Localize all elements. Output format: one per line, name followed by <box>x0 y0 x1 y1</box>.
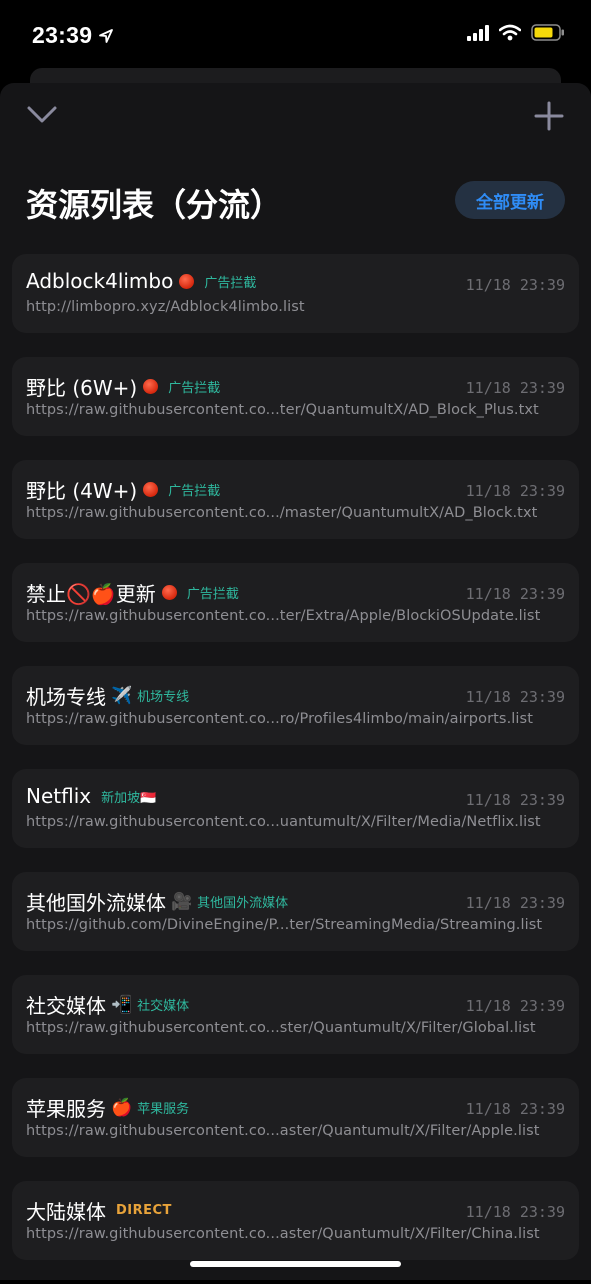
resource-name: 其他国外流媒体 <box>26 891 166 915</box>
updated-date: 11/18 23:39 <box>465 585 565 603</box>
resource-name: 苹果服务 <box>26 1097 106 1121</box>
resource-url: https://raw.githubusercontent.co...uantu… <box>26 814 541 830</box>
resource-title-group: Adblock4limbo 广告拦截 <box>26 269 256 293</box>
updated-date: 11/18 23:39 <box>465 1100 565 1118</box>
resource-url: https://raw.githubusercontent.co...ster/… <box>26 1020 536 1036</box>
list-item[interactable]: 苹果服务 🍎 苹果服务 11/18 23:39 https://raw.githubus… <box>12 1078 579 1157</box>
plus-icon[interactable] <box>533 100 565 132</box>
policy-tag: 社交媒体 <box>137 999 190 1014</box>
resource-emoji-icon: 🎥 <box>171 892 193 911</box>
stop-sign-icon <box>143 482 159 497</box>
policy-tag: DIRECT <box>116 1203 172 1218</box>
resource-url: https://github.com/DivineEngine/P...ter/… <box>26 917 543 933</box>
resource-emoji-icon: 📲 <box>111 995 133 1014</box>
resource-title-group: 机场专线 ✈️ 机场专线 <box>26 681 189 710</box>
resource-name: 禁止🚫🍎更新 <box>26 582 156 606</box>
updated-date: 11/18 23:39 <box>465 791 565 809</box>
updated-date: 11/18 23:39 <box>465 1203 565 1221</box>
resource-title-group: 野比 (4W+) 广告拦截 <box>26 475 220 504</box>
chevron-down-icon[interactable] <box>26 100 58 132</box>
resource-list: Adblock4limbo 广告拦截 11/18 23:39 http://limbo… <box>12 254 579 1284</box>
resource-name: 野比 (4W+) <box>26 479 138 503</box>
status-icons <box>467 24 565 41</box>
updated-date: 11/18 23:39 <box>465 688 565 706</box>
resource-url: http://limbopro.xyz/Adblock4limbo.list <box>26 299 305 315</box>
resource-title-group: 苹果服务 🍎 苹果服务 <box>26 1093 189 1122</box>
resource-name: Netflix <box>26 784 92 808</box>
list-item[interactable]: Netflix 新加坡🇸🇬 11/18 23:39 https://raw.githu… <box>12 769 579 848</box>
resource-title-group: 禁止🚫🍎更新 广告拦截 <box>26 578 239 607</box>
policy-tag: 新加坡🇸🇬 <box>101 790 157 806</box>
resource-url: https://raw.githubusercontent.co...ro/Pr… <box>26 711 533 727</box>
home-indicator[interactable] <box>190 1261 401 1267</box>
list-item[interactable]: 社交媒体 📲 社交媒体 11/18 23:39 https://raw.githubus… <box>12 975 579 1054</box>
stop-sign-icon <box>161 585 177 600</box>
list-item[interactable]: 禁止🚫🍎更新 广告拦截 11/18 23:39 https://raw.githubu… <box>12 563 579 642</box>
cellular-signal-icon <box>467 24 489 41</box>
resource-title-group: Netflix 新加坡🇸🇬 <box>26 784 156 808</box>
time-label: 23:39 <box>32 22 93 48</box>
updated-date: 11/18 23:39 <box>465 482 565 500</box>
resource-name: 机场专线 <box>26 685 106 709</box>
policy-tag: 广告拦截 <box>168 381 221 396</box>
resource-url: https://raw.githubusercontent.co...aster… <box>26 1123 540 1139</box>
resource-emoji-icon: ✈️ <box>111 686 133 705</box>
resource-url: https://raw.githubusercontent.co...ter/E… <box>26 608 541 624</box>
list-item[interactable]: 机场专线 ✈️ 机场专线 11/18 23:39 https://raw.githubu… <box>12 666 579 745</box>
stop-sign-icon <box>143 379 159 394</box>
updated-date: 11/18 23:39 <box>465 894 565 912</box>
update-all-button[interactable]: 全部更新 <box>455 181 565 219</box>
status-bar: 23:39 <box>0 0 591 72</box>
list-item[interactable]: 野比 (6W+) 广告拦截 11/18 23:39 https://raw.githu… <box>12 357 579 436</box>
resource-title-group: 社交媒体 📲 社交媒体 <box>26 990 189 1019</box>
resource-title-group: 其他国外流媒体 🎥 其他国外流媒体 <box>26 887 288 916</box>
page-title: 资源列表（分流） <box>26 186 283 224</box>
resource-name: 社交媒体 <box>26 994 106 1018</box>
resource-name: 大陆媒体 <box>26 1200 106 1224</box>
battery-icon <box>531 24 564 41</box>
policy-tag: 苹果服务 <box>137 1102 190 1117</box>
updated-date: 11/18 23:39 <box>465 276 565 294</box>
resource-name: 野比 (6W+) <box>26 376 138 400</box>
updated-date: 11/18 23:39 <box>465 379 565 397</box>
status-time: 23:39 <box>32 22 114 49</box>
resource-title-group: 野比 (6W+) 广告拦截 <box>26 372 220 401</box>
updated-date: 11/18 23:39 <box>465 997 565 1015</box>
location-arrow-icon <box>99 28 114 43</box>
policy-tag: 广告拦截 <box>204 275 257 291</box>
resource-title-group: 大陆媒体 DIRECT <box>26 1196 172 1225</box>
resource-url: https://raw.githubusercontent.co...ter/Q… <box>26 402 539 418</box>
list-item[interactable]: 其他国外流媒体 🎥 其他国外流媒体 11/18 23:39 https://github… <box>12 872 579 951</box>
resource-url: https://raw.githubusercontent.co...aster… <box>26 1226 540 1242</box>
policy-tag: 机场专线 <box>137 690 190 705</box>
policy-tag: 其他国外流媒体 <box>197 896 289 911</box>
resource-url: https://raw.githubusercontent.co.../mast… <box>26 505 538 521</box>
resource-name: Adblock4limbo <box>26 269 174 293</box>
resource-emoji-icon: 🍎 <box>111 1098 133 1117</box>
list-item[interactable]: Adblock4limbo 广告拦截 11/18 23:39 http://limbo… <box>12 254 579 333</box>
list-item[interactable]: 野比 (4W+) 广告拦截 11/18 23:39 https://raw.githu… <box>12 460 579 539</box>
stop-sign-icon <box>179 273 195 289</box>
policy-tag: 广告拦截 <box>186 587 239 602</box>
policy-tag: 广告拦截 <box>168 484 221 499</box>
list-item[interactable]: 大陆媒体 DIRECT 11/18 23:39 https://raw.githubu… <box>12 1181 579 1260</box>
wifi-icon <box>499 24 521 41</box>
